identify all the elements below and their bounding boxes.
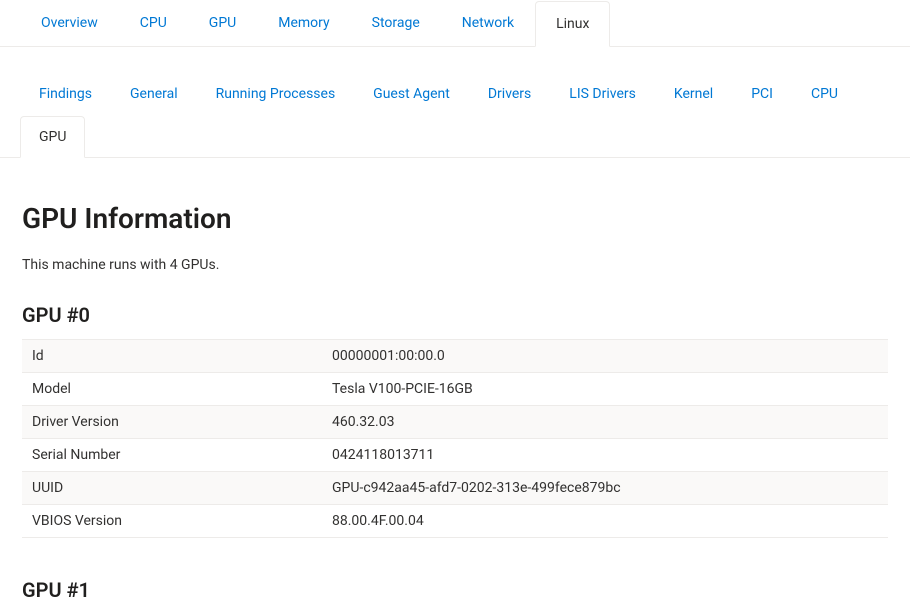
tab-memory[interactable]: Memory	[257, 0, 350, 46]
tab-cpu[interactable]: CPU	[119, 0, 188, 46]
gpu-0-table: Id 00000001:00:00.0 Model Tesla V100-PCI…	[22, 339, 888, 538]
page-title: GPU Information	[22, 202, 888, 235]
subtab-pci[interactable]: PCI	[732, 73, 792, 115]
subtab-gpu[interactable]: GPU	[20, 116, 85, 158]
kv-value: 460.32.03	[322, 406, 888, 439]
kv-value: GPU-c942aa45-afd7-0202-313e-499fece879bc	[322, 472, 888, 505]
tab-overview[interactable]: Overview	[20, 0, 119, 46]
summary-text: This machine runs with 4 GPUs.	[22, 257, 888, 273]
kv-key: Id	[22, 340, 322, 373]
content-area: GPU Information This machine runs with 4…	[0, 158, 910, 602]
kv-value: 00000001:00:00.0	[322, 340, 888, 373]
tab-network[interactable]: Network	[441, 0, 535, 46]
secondary-tab-bar: Findings General Running Processes Guest…	[0, 73, 910, 158]
tab-storage[interactable]: Storage	[351, 0, 441, 46]
subtab-cpu[interactable]: CPU	[792, 73, 857, 115]
tab-linux[interactable]: Linux	[535, 1, 610, 47]
kv-key: Model	[22, 373, 322, 406]
subtab-guest-agent[interactable]: Guest Agent	[354, 73, 469, 115]
subtab-findings[interactable]: Findings	[20, 73, 111, 115]
gpu-1-heading: GPU #1	[22, 578, 888, 602]
subtab-general[interactable]: General	[111, 73, 197, 115]
subtab-running-processes[interactable]: Running Processes	[197, 73, 355, 115]
kv-value: Tesla V100-PCIE-16GB	[322, 373, 888, 406]
table-row: Id 00000001:00:00.0	[22, 340, 888, 373]
kv-value: 0424118013711	[322, 439, 888, 472]
table-row: Model Tesla V100-PCIE-16GB	[22, 373, 888, 406]
kv-key: VBIOS Version	[22, 505, 322, 538]
primary-tab-bar: Overview CPU GPU Memory Storage Network …	[0, 0, 910, 47]
table-row: Driver Version 460.32.03	[22, 406, 888, 439]
table-row: UUID GPU-c942aa45-afd7-0202-313e-499fece…	[22, 472, 888, 505]
table-row: VBIOS Version 88.00.4F.00.04	[22, 505, 888, 538]
subtab-drivers[interactable]: Drivers	[469, 73, 550, 115]
kv-value: 88.00.4F.00.04	[322, 505, 888, 538]
gpu-0-heading: GPU #0	[22, 303, 888, 327]
subtab-lis-drivers[interactable]: LIS Drivers	[550, 73, 655, 115]
kv-key: Driver Version	[22, 406, 322, 439]
kv-key: UUID	[22, 472, 322, 505]
subtab-kernel[interactable]: Kernel	[655, 73, 732, 115]
tab-gpu[interactable]: GPU	[188, 0, 257, 46]
table-row: Serial Number 0424118013711	[22, 439, 888, 472]
kv-key: Serial Number	[22, 439, 322, 472]
